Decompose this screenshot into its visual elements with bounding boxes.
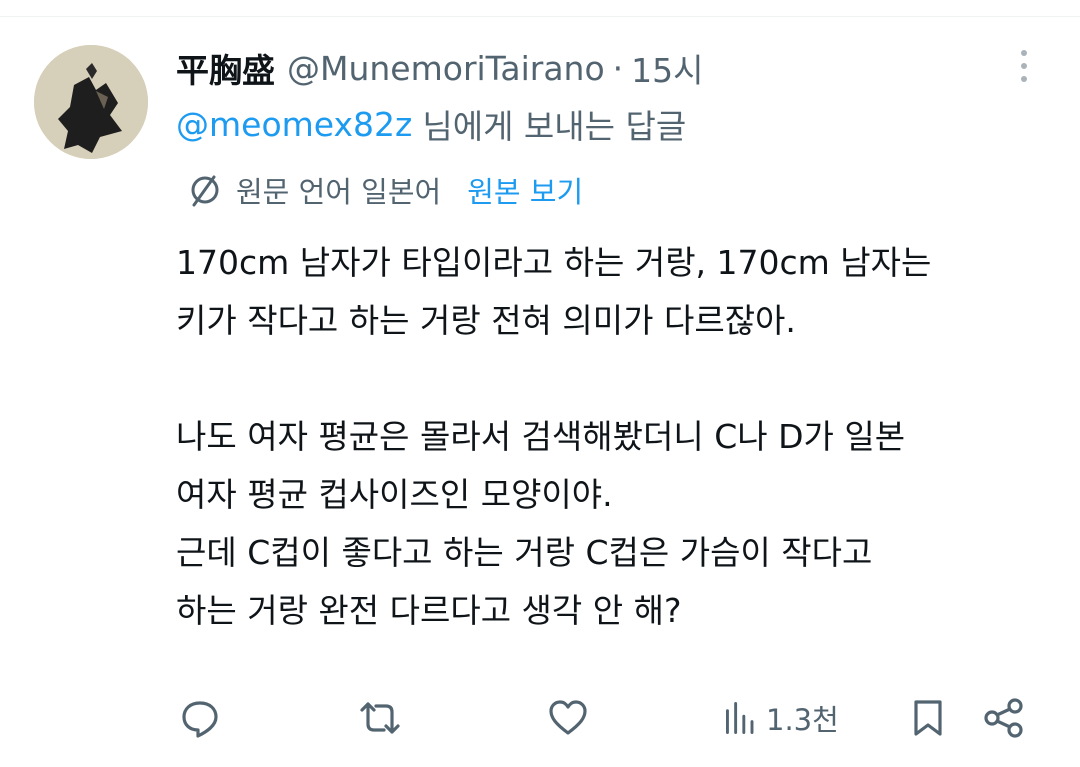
reply-context: @meomex82z 님에게 보내는 답글: [176, 100, 686, 148]
globe-slash-icon: [191, 175, 219, 207]
tweet-header: 平胸盛 @MunemoriTairano · 15시: [176, 42, 704, 94]
share-icon: [984, 698, 1023, 738]
retweet-button[interactable]: [358, 690, 402, 746]
tweet-text-line: 나도 여자 평균은 몰라서 검색해봤더니 C나 D가 일본: [176, 417, 906, 456]
retweet-icon: [360, 702, 400, 734]
more-vertical-icon: [1021, 50, 1027, 56]
bookmark-button[interactable]: [906, 690, 950, 746]
action-bar: 1.3천: [0, 690, 1080, 746]
translation-bar: 원문 언어 일본어 원본 보기: [186, 168, 583, 212]
heart-icon: [549, 700, 587, 735]
bookmark-icon: [914, 700, 942, 736]
tweet-text-line: 하는 거랑 완전 다르다고 생각 안 해?: [176, 591, 682, 630]
tweet-text-line: 여자 평균 컵사이즈인 모양이야.: [176, 475, 613, 514]
views-button[interactable]: 1.3천: [722, 690, 839, 746]
share-button[interactable]: [982, 690, 1026, 746]
user-handle[interactable]: @MunemoriTairano: [287, 49, 605, 88]
views-count: 1.3천: [766, 703, 839, 737]
tweet-text-line: 170cm 남자가 타입이라고 하는 거랑, 170cm 남자는: [176, 243, 932, 282]
reply-bubble-icon: [182, 701, 218, 738]
tweet-text: 170cm 남자가 타입이라고 하는 거랑, 170cm 남자는 키가 작다고 …: [176, 234, 1056, 640]
avatar[interactable]: [34, 45, 148, 159]
timestamp[interactable]: 15시: [631, 44, 703, 92]
tweet-text-blank-line: [176, 350, 1056, 408]
like-button[interactable]: [546, 690, 590, 746]
more-options-button[interactable]: [1008, 46, 1040, 86]
reply-button[interactable]: [178, 690, 222, 746]
reply-mention-link[interactable]: @meomex82z: [176, 105, 412, 144]
separator-dot: ·: [612, 48, 624, 88]
translation-note: 원문 언어 일본어: [236, 175, 442, 209]
show-original-link[interactable]: 원본 보기: [467, 169, 583, 211]
tweet-text-line: 근데 C컵이 좋다고 하는 거랑 C컵은 가슴이 작다고: [176, 533, 873, 572]
avatar-image: [34, 45, 148, 159]
bar-chart-icon: [726, 702, 754, 734]
reply-suffix-text: 님에게 보내는 답글: [422, 107, 687, 146]
tweet-text-line: 키가 작다고 하는 거랑 전혀 의미가 다르잖아.: [176, 301, 796, 340]
top-divider: [0, 16, 1080, 17]
display-name[interactable]: 平胸盛: [176, 44, 275, 92]
